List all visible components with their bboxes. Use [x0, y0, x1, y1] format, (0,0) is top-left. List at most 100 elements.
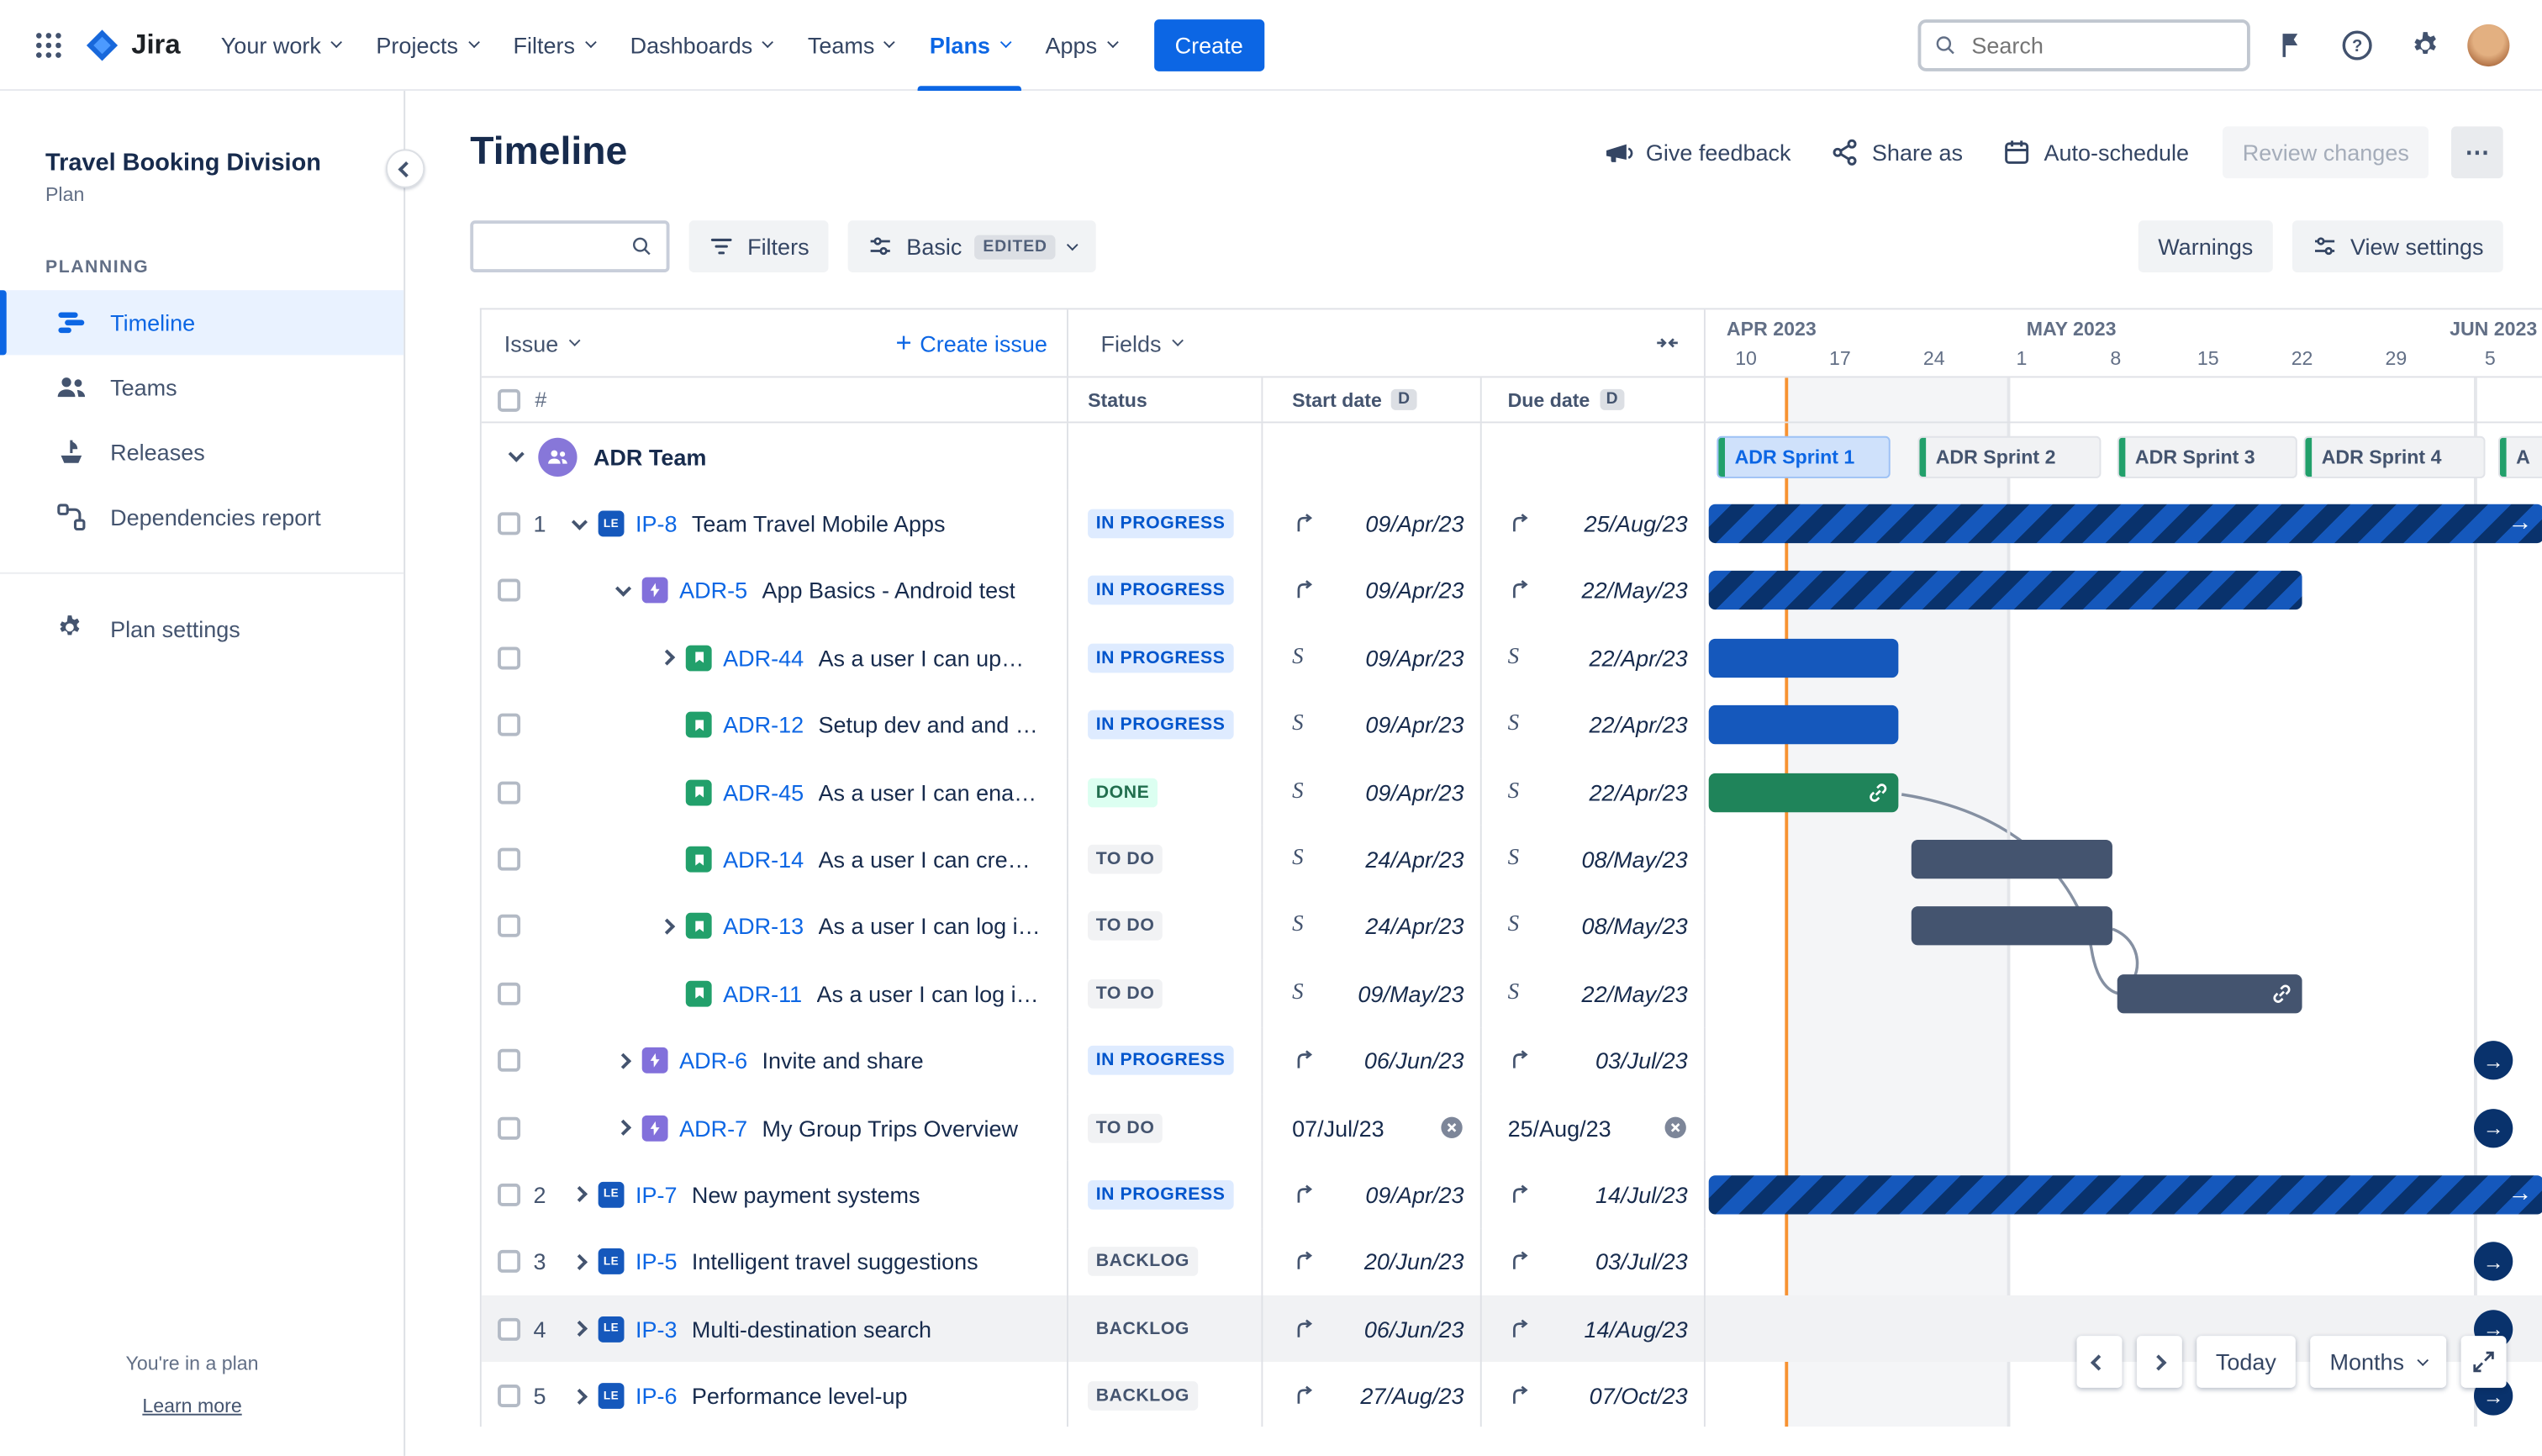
auto-schedule-button[interactable]: Auto-schedule	[1987, 127, 2203, 177]
issue-key-link[interactable]: ADR-14	[723, 847, 804, 873]
fields-dropdown[interactable]: Fields	[1100, 330, 1184, 356]
create-button[interactable]: Create	[1153, 18, 1264, 71]
start-date[interactable]: 06/Jun/23	[1364, 1047, 1464, 1074]
due-date[interactable]: 22/Apr/23	[1590, 645, 1688, 671]
sprint-chip[interactable]: ADR Sprint 2	[1917, 435, 2102, 478]
status-badge[interactable]: IN PROGRESS	[1088, 1046, 1234, 1076]
issue-column-header[interactable]: Issue	[504, 330, 582, 356]
user-avatar[interactable]	[2467, 23, 2510, 66]
expand-chevron[interactable]	[508, 446, 525, 463]
select-all-checkbox[interactable]	[498, 388, 521, 411]
gantt-cell[interactable]	[1706, 960, 2542, 1027]
issue-key-link[interactable]: ADR-13	[723, 914, 804, 940]
row-checkbox[interactable]	[498, 579, 521, 603]
start-date[interactable]: 09/Apr/23	[1365, 511, 1463, 537]
table-row[interactable]: ADR-7 My Group Trips Overview TO DO 07/J…	[482, 1094, 2542, 1162]
issue-key-link[interactable]: IP-6	[636, 1383, 678, 1409]
start-date[interactable]: 20/Jun/23	[1364, 1249, 1464, 1275]
nav-item-dashboards[interactable]: Dashboards	[612, 0, 789, 90]
table-row[interactable]: 3 LE IP-5 Intelligent travel suggestions…	[482, 1228, 2542, 1296]
gantt-bar[interactable]	[1708, 705, 1899, 745]
view-settings-button[interactable]: View settings	[2291, 220, 2503, 272]
issue-key-link[interactable]: IP-7	[636, 1182, 678, 1208]
row-checkbox[interactable]	[498, 714, 521, 737]
issue-summary[interactable]: Performance level-up	[692, 1383, 908, 1409]
scroll-right-button[interactable]	[2136, 1336, 2182, 1388]
start-date[interactable]: 09/May/23	[1358, 980, 1463, 1006]
start-date[interactable]: 09/Apr/23	[1365, 712, 1463, 738]
expand-chevron[interactable]	[658, 650, 675, 667]
nav-item-your-work[interactable]: Your work	[203, 0, 359, 90]
row-checkbox[interactable]	[498, 1116, 521, 1140]
issue-key-link[interactable]: IP-5	[636, 1249, 678, 1275]
expand-chevron[interactable]	[614, 1052, 631, 1069]
gantt-cell[interactable]	[1706, 758, 2542, 826]
status-badge[interactable]: BACKLOG	[1088, 1314, 1198, 1344]
start-date[interactable]: 09/Apr/23	[1365, 645, 1463, 671]
issue-summary[interactable]: App Basics - Android test	[762, 578, 1015, 604]
share-as-button[interactable]: Share as	[1815, 127, 1977, 177]
today-button[interactable]: Today	[2196, 1336, 2297, 1388]
gantt-bar[interactable]	[1911, 906, 2112, 947]
issue-key-link[interactable]: ADR-44	[723, 645, 804, 671]
table-row[interactable]: 2 LE IP-7 New payment systems IN PROGRES…	[482, 1161, 2542, 1229]
start-date[interactable]: 09/Apr/23	[1365, 779, 1463, 805]
table-row[interactable]: ADR-5 App Basics - Android test IN PROGR…	[482, 557, 2542, 625]
row-checkbox[interactable]	[498, 1317, 521, 1341]
clear-date-button[interactable]	[1440, 1116, 1464, 1140]
due-date[interactable]: 08/May/23	[1582, 914, 1688, 940]
nav-item-projects[interactable]: Projects	[358, 0, 495, 90]
gantt-cell[interactable]: →	[1706, 1161, 2542, 1228]
issue-key-link[interactable]: ADR-11	[723, 980, 802, 1006]
status-badge[interactable]: IN PROGRESS	[1088, 710, 1234, 740]
search-input[interactable]	[1968, 29, 2234, 60]
expand-chevron[interactable]	[658, 918, 675, 935]
sprint-chip[interactable]: A	[2497, 435, 2542, 478]
issue-key-link[interactable]: ADR-12	[723, 712, 804, 738]
row-checkbox[interactable]	[498, 982, 521, 1005]
sidebar-item-timeline[interactable]: Timeline	[0, 290, 404, 356]
start-date[interactable]: 07/Jul/23	[1292, 1115, 1384, 1141]
table-row[interactable]: ADR-11 As a user I can log i… TO DO S 09…	[482, 959, 2542, 1027]
issue-key-link[interactable]: ADR-7	[679, 1115, 747, 1141]
issue-summary[interactable]: Multi-destination search	[692, 1316, 931, 1343]
sidebar-item-teams[interactable]: Teams	[0, 355, 403, 419]
issue-summary[interactable]: Team Travel Mobile Apps	[692, 511, 946, 537]
sprint-chip[interactable]: ADR Sprint 3	[2117, 435, 2297, 478]
expand-chevron[interactable]	[570, 1321, 588, 1337]
create-issue-button[interactable]: + Create issue	[895, 329, 1047, 356]
expand-chevron[interactable]	[570, 1186, 588, 1203]
expand-chevron[interactable]	[570, 1388, 588, 1405]
timeline-search[interactable]	[470, 220, 670, 272]
table-row[interactable]: ADR-44 As a user I can up… IN PROGRESS S…	[482, 624, 2542, 692]
row-checkbox[interactable]	[498, 780, 521, 804]
due-date[interactable]: 25/Aug/23	[1508, 1115, 1611, 1141]
row-checkbox[interactable]	[498, 1183, 521, 1206]
status-badge[interactable]: IN PROGRESS	[1088, 509, 1234, 539]
gantt-bar[interactable]	[1708, 638, 1899, 678]
table-row[interactable]: ADR-12 Setup dev and and … IN PROGRESS S…	[482, 691, 2542, 759]
issue-key-link[interactable]: ADR-45	[723, 779, 804, 805]
gantt-bar[interactable]: →	[1708, 504, 2542, 544]
issue-summary[interactable]: As a user I can cre…	[819, 847, 1031, 873]
due-date[interactable]: 22/May/23	[1582, 578, 1688, 604]
nav-item-filters[interactable]: Filters	[495, 0, 612, 90]
row-checkbox[interactable]	[498, 646, 521, 670]
start-date[interactable]: 27/Aug/23	[1360, 1383, 1463, 1409]
status-badge[interactable]: IN PROGRESS	[1088, 643, 1234, 673]
scroll-left-button[interactable]	[2075, 1336, 2122, 1388]
status-badge[interactable]: TO DO	[1088, 979, 1163, 1009]
issue-summary[interactable]: As a user I can up…	[819, 645, 1025, 671]
sprint-chip[interactable]: ADR Sprint 4	[2303, 435, 2486, 478]
issue-key-link[interactable]: ADR-6	[679, 1047, 747, 1074]
nav-item-apps[interactable]: Apps	[1027, 0, 1134, 90]
timeline-search-input[interactable]	[486, 231, 631, 261]
offscreen-bar-indicator[interactable]: →	[2473, 1242, 2513, 1282]
expand-chevron[interactable]	[570, 513, 588, 530]
warnings-button[interactable]: Warnings	[2139, 220, 2273, 272]
app-switcher-icon[interactable]	[23, 18, 75, 71]
fullscreen-button[interactable]	[2460, 1336, 2507, 1388]
gantt-cell[interactable]	[1706, 692, 2542, 759]
review-changes-button[interactable]: Review changes	[2223, 126, 2429, 179]
gantt-bar[interactable]	[1911, 840, 2112, 879]
